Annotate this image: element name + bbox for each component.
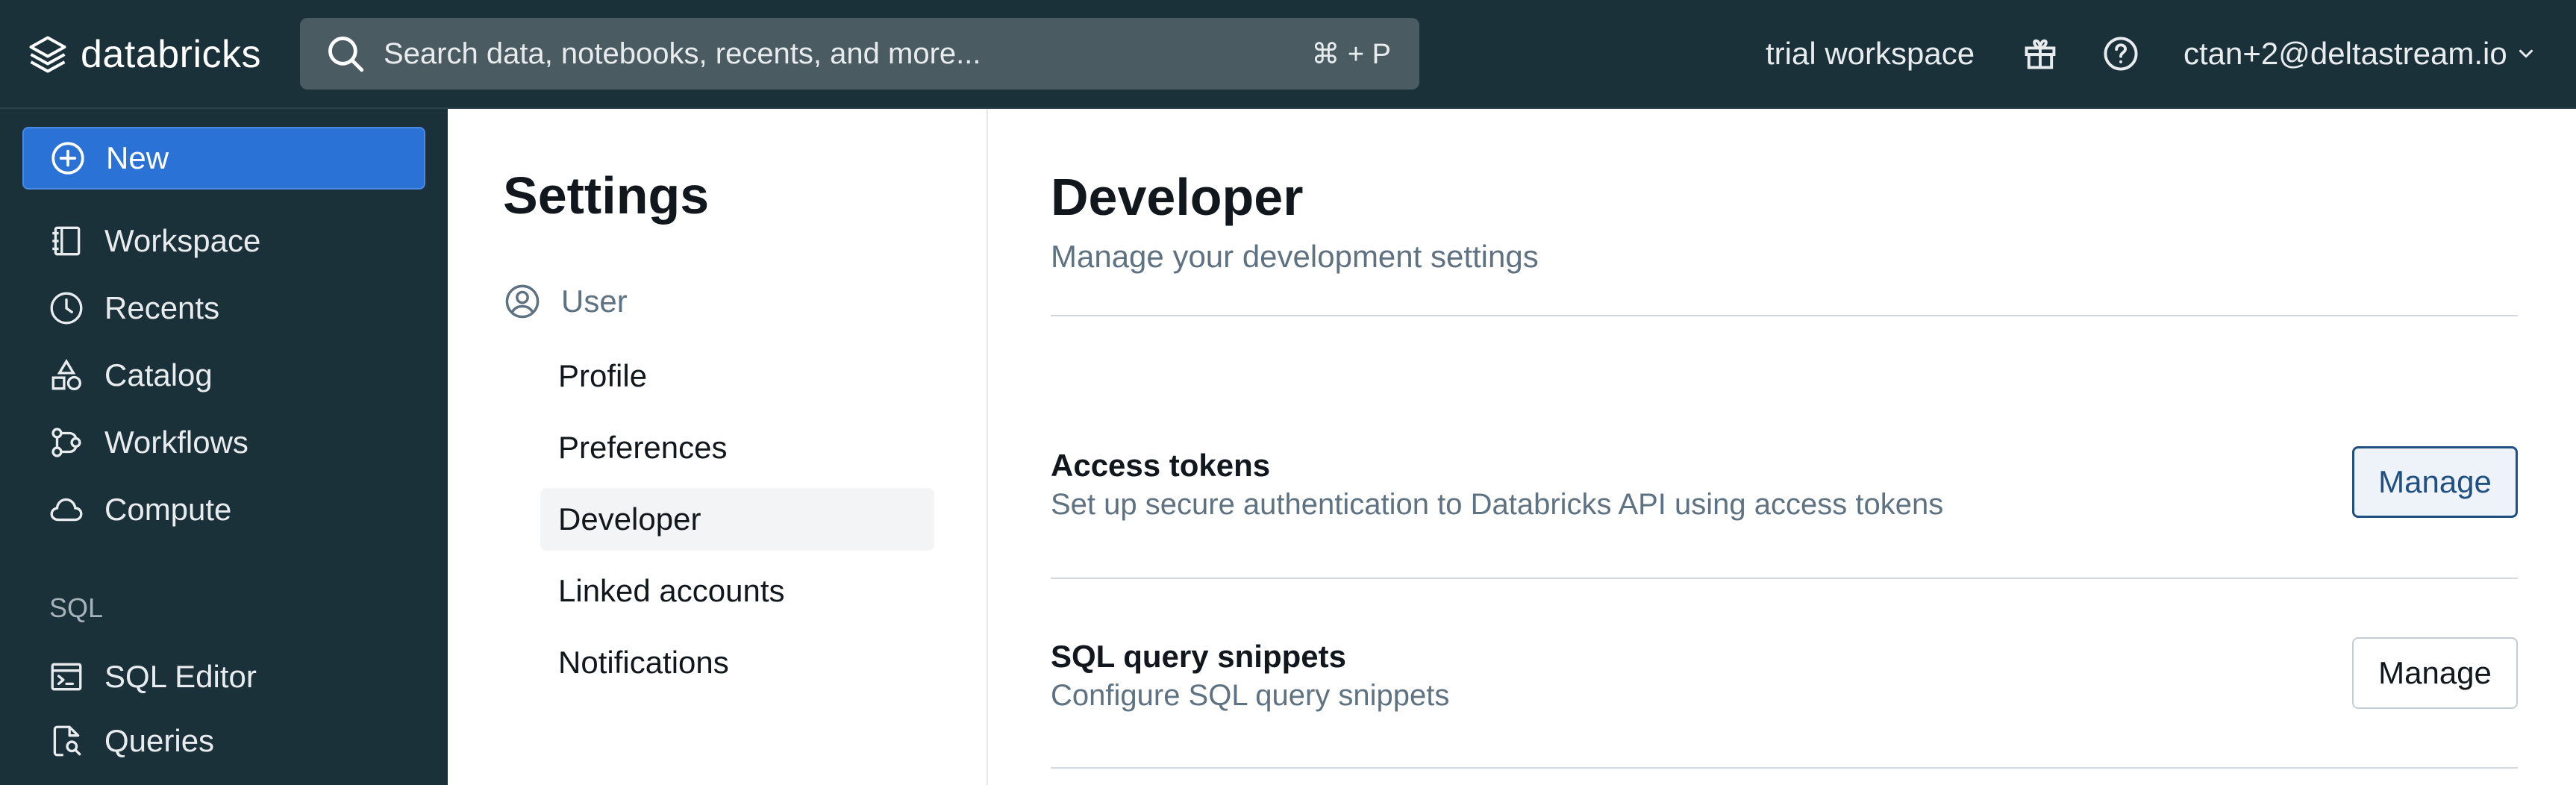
workflows-icon bbox=[51, 428, 81, 457]
settings-link-developer[interactable]: Developer bbox=[540, 488, 934, 551]
workspace-switcher[interactable]: trial workspace bbox=[1766, 36, 1975, 72]
divider bbox=[1051, 578, 2518, 579]
databricks-logo[interactable]: databricks bbox=[25, 28, 261, 81]
sidebar-item-label: SQL Editor bbox=[104, 659, 257, 694]
sidebar-item-catalog[interactable]: Catalog bbox=[48, 349, 213, 401]
top-bar: databricks Search data, notebooks, recen… bbox=[0, 0, 2576, 109]
sidebar-item-recents[interactable]: Recents bbox=[48, 282, 219, 334]
settings-group-user: User bbox=[503, 282, 628, 321]
sidebar-item-workspace[interactable]: Workspace bbox=[48, 215, 260, 267]
settings-link-label: Linked accounts bbox=[558, 573, 785, 608]
sidebar-item-queries[interactable]: Queries bbox=[48, 715, 214, 767]
sidebar-item-label: Workspace bbox=[104, 223, 261, 258]
sidebar-section-sql: SQL bbox=[49, 592, 104, 623]
settings-link-label: Notifications bbox=[558, 645, 729, 680]
user-menu[interactable]: ctan+2@deltastream.io bbox=[2183, 36, 2537, 72]
settings-link-label: Developer bbox=[558, 501, 701, 537]
sidebar-item-compute[interactable]: Compute bbox=[48, 484, 231, 536]
access-tokens-description: Set up secure authentication to Databric… bbox=[1051, 488, 1944, 521]
plus-circle-icon bbox=[51, 142, 84, 175]
settings-nav: Settings User Profile Preferences Develo… bbox=[448, 109, 988, 785]
sidebar-item-sql-editor[interactable]: SQL Editor bbox=[48, 651, 257, 703]
sidebar-item-label: Catalog bbox=[104, 357, 213, 392]
sidebar-item-label: Recents bbox=[104, 290, 220, 325]
settings-link-preferences[interactable]: Preferences bbox=[540, 416, 934, 479]
user-email: ctan+2@deltastream.io bbox=[2183, 36, 2507, 71]
main-content: Developer Manage your development settin… bbox=[988, 109, 2576, 785]
settings-title: Settings bbox=[503, 166, 710, 225]
new-button-label: New bbox=[106, 140, 169, 175]
divider bbox=[1051, 315, 2518, 316]
catalog-icon bbox=[51, 359, 81, 390]
settings-link-linked-accounts[interactable]: Linked accounts bbox=[540, 560, 934, 622]
global-search[interactable]: Search data, notebooks, recents, and mor… bbox=[300, 18, 1419, 90]
sidebar: New Workspace Recents Catalog Workflows … bbox=[0, 109, 448, 785]
sidebar-item-label: Compute bbox=[104, 492, 232, 527]
sql-snippets-manage-button[interactable]: Manage bbox=[2352, 637, 2518, 709]
sidebar-item-label: Workflows bbox=[104, 425, 248, 460]
brand-name: databricks bbox=[81, 33, 261, 76]
settings-link-label: Preferences bbox=[558, 430, 728, 465]
page-subtitle: Manage your development settings bbox=[1051, 239, 1539, 274]
divider bbox=[1051, 767, 2518, 769]
queries-icon bbox=[53, 725, 81, 757]
sidebar-item-label: Queries bbox=[104, 723, 215, 758]
cloud-icon bbox=[50, 498, 83, 522]
new-button[interactable]: New bbox=[22, 127, 425, 190]
sidebar-item-workflows[interactable]: Workflows bbox=[48, 416, 248, 469]
databricks-logo-icon bbox=[29, 36, 66, 73]
settings-link-notifications[interactable]: Notifications bbox=[540, 631, 934, 694]
settings-link-label: Profile bbox=[558, 358, 648, 393]
search-shortcut: ⌘ + P bbox=[1311, 38, 1391, 70]
chevron-down-icon bbox=[2519, 49, 2533, 58]
access-tokens-manage-button[interactable]: Manage bbox=[2352, 446, 2518, 518]
settings-link-profile[interactable]: Profile bbox=[540, 345, 934, 407]
sql-snippets-description: Configure SQL query snippets bbox=[1051, 679, 1450, 712]
sql-editor-icon bbox=[51, 663, 82, 691]
page-title: Developer bbox=[1051, 168, 1304, 226]
user-circle-icon bbox=[505, 284, 540, 319]
search-placeholder: Search data, notebooks, recents, and mor… bbox=[384, 37, 981, 70]
sql-snippets-title: SQL query snippets bbox=[1051, 639, 1346, 674]
workspace-icon bbox=[52, 226, 81, 256]
gift-icon[interactable] bbox=[2021, 34, 2060, 73]
clock-icon bbox=[50, 292, 83, 325]
settings-group-label: User bbox=[561, 284, 628, 319]
help-icon[interactable] bbox=[2101, 34, 2140, 73]
search-icon bbox=[328, 37, 364, 72]
access-tokens-title: Access tokens bbox=[1051, 448, 1271, 483]
